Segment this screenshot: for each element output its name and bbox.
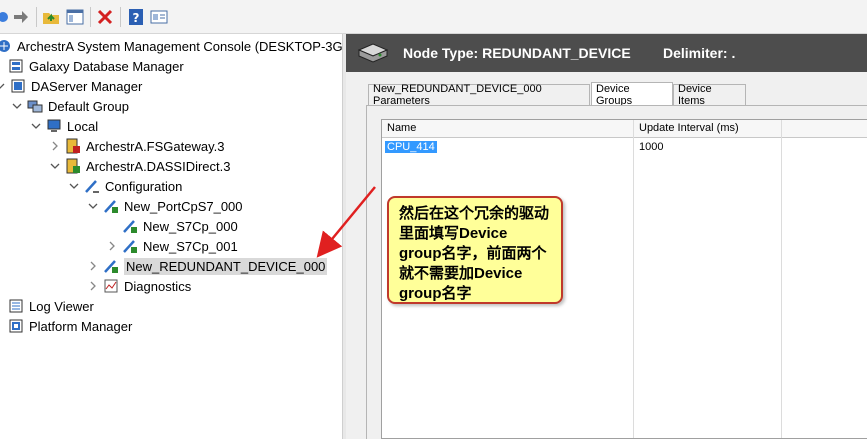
help-icon[interactable]: ?	[127, 8, 145, 26]
tree-label: Configuration	[105, 178, 183, 194]
computer-icon	[46, 118, 62, 134]
diagnostics-icon	[103, 278, 119, 294]
grid-cell-name[interactable]: CPU_414	[384, 140, 438, 154]
node-type-label: Node Type: REDUNDANT_DEVICE	[403, 45, 631, 61]
annotation-callout: 然后在这个冗余的驱动里面填写Device group名字，前面两个就不需要加De…	[387, 196, 563, 304]
tree-label: ArchestrA System Management Console (DES…	[17, 38, 357, 54]
server-active-icon	[65, 158, 81, 174]
back-icon[interactable]	[0, 8, 12, 26]
tree-label: ArchestrA.DASSIDirect.3	[86, 158, 231, 174]
chevron-down-icon[interactable]	[11, 100, 23, 112]
up-folder-icon[interactable]	[42, 8, 60, 26]
tab-label: Device Items	[678, 83, 712, 107]
console-icon	[0, 38, 12, 54]
tree-node-daserver-manager[interactable]: DAServer Manager	[0, 76, 142, 96]
tree-node-portcps7[interactable]: New_PortCpS7_000	[87, 196, 243, 216]
tree-label: Local	[67, 118, 99, 134]
delimiter-label: Delimiter: .	[663, 45, 736, 61]
database-manager-icon	[8, 58, 24, 74]
tab-device-items[interactable]: Device Items	[673, 83, 746, 107]
port-icon	[103, 198, 119, 214]
chevron-right-icon[interactable]	[106, 240, 118, 252]
tree-node-diagnostics[interactable]: Diagnostics	[87, 276, 191, 296]
tree-label: Log Viewer	[29, 298, 94, 314]
column-divider	[633, 120, 634, 438]
toolbar-separator	[90, 7, 91, 27]
chevron-down-icon[interactable]	[87, 200, 99, 212]
tree-node-dassidirect[interactable]: ArchestrA.DASSIDirect.3	[49, 156, 231, 176]
redundant-device-icon	[103, 258, 119, 274]
tab-parameters[interactable]: New_REDUNDANT_DEVICE_000 Parameters	[368, 83, 590, 107]
device-icon	[122, 238, 138, 254]
tree-node-local[interactable]: Local	[30, 116, 98, 136]
tree-node-s7cp-000[interactable]: New_S7Cp_000	[122, 216, 238, 236]
console-tree: ArchestrA System Management Console (DES…	[0, 34, 356, 439]
chevron-right-icon[interactable]	[87, 280, 99, 292]
toolbar-separator	[36, 7, 37, 27]
tab-label: Device Groups	[596, 82, 633, 107]
annotation-text: 然后在这个冗余的驱动里面填写Device group名字，前面两个就不需要加De…	[399, 205, 550, 302]
daserver-icon	[10, 78, 26, 94]
tree-label: Platform Manager	[29, 318, 133, 334]
column-header-update-interval[interactable]: Update Interval (ms)	[639, 122, 739, 134]
server-lock-icon	[65, 138, 81, 154]
log-viewer-icon	[8, 298, 24, 314]
forward-icon[interactable]	[12, 8, 30, 26]
tree-node-root[interactable]: ArchestrA System Management Console (DES…	[0, 36, 356, 56]
group-icon	[27, 98, 43, 114]
grid-cell-update-interval[interactable]: 1000	[639, 141, 663, 153]
tree-node-configuration[interactable]: Configuration	[68, 176, 182, 196]
device-icon	[122, 218, 138, 234]
tree-label: Diagnostics	[124, 278, 192, 294]
tree-label: DAServer Manager	[31, 78, 143, 94]
toolbar: ?	[0, 0, 867, 34]
tree-node-redundant-device[interactable]: New_REDUNDANT_DEVICE_000	[87, 256, 328, 276]
tree-node-s7cp-001[interactable]: New_S7Cp_001	[106, 236, 238, 256]
tree-label: Galaxy Database Manager	[29, 58, 184, 74]
toolbar-separator	[120, 7, 121, 27]
show-hide-tree-icon[interactable]	[66, 8, 84, 26]
chevron-right-icon[interactable]	[49, 140, 61, 152]
tab-device-groups[interactable]: Device Groups	[591, 82, 673, 107]
tree-node-log-viewer[interactable]: Log Viewer	[8, 296, 94, 316]
platform-manager-icon	[8, 318, 24, 334]
properties-icon[interactable]	[150, 8, 168, 26]
chevron-down-icon[interactable]	[49, 160, 61, 172]
tree-label: New_S7Cp_001	[143, 238, 238, 254]
hard-drive-icon	[356, 42, 390, 67]
grid-header: Name Update Interval (ms)	[382, 120, 867, 138]
delete-icon[interactable]	[96, 8, 114, 26]
svg-text:?: ?	[133, 11, 140, 25]
tree-node-platform-manager[interactable]: Platform Manager	[8, 316, 132, 336]
tree-label: New_REDUNDANT_DEVICE_000	[124, 257, 328, 275]
column-divider	[781, 120, 782, 438]
configuration-icon	[84, 178, 100, 194]
node-header: Node Type: REDUNDANT_DEVICE Delimiter: .	[346, 34, 867, 72]
chevron-down-icon[interactable]	[0, 80, 6, 92]
column-header-name[interactable]: Name	[387, 122, 416, 134]
chevron-down-icon[interactable]	[30, 120, 42, 132]
tree-label: Default Group	[48, 98, 129, 114]
tree-label: ArchestrA.FSGateway.3	[86, 138, 225, 154]
tree-node-galaxy-database-manager[interactable]: Galaxy Database Manager	[8, 56, 184, 76]
tree-label: New_S7Cp_000	[143, 218, 238, 234]
chevron-down-icon[interactable]	[68, 180, 80, 192]
tab-label: New_REDUNDANT_DEVICE_000 Parameters	[373, 83, 542, 107]
chevron-right-icon[interactable]	[87, 260, 99, 272]
tree-label: New_PortCpS7_000	[124, 198, 243, 214]
tree-node-default-group[interactable]: Default Group	[11, 96, 129, 116]
tree-node-fsgateway[interactable]: ArchestrA.FSGateway.3	[49, 136, 224, 156]
